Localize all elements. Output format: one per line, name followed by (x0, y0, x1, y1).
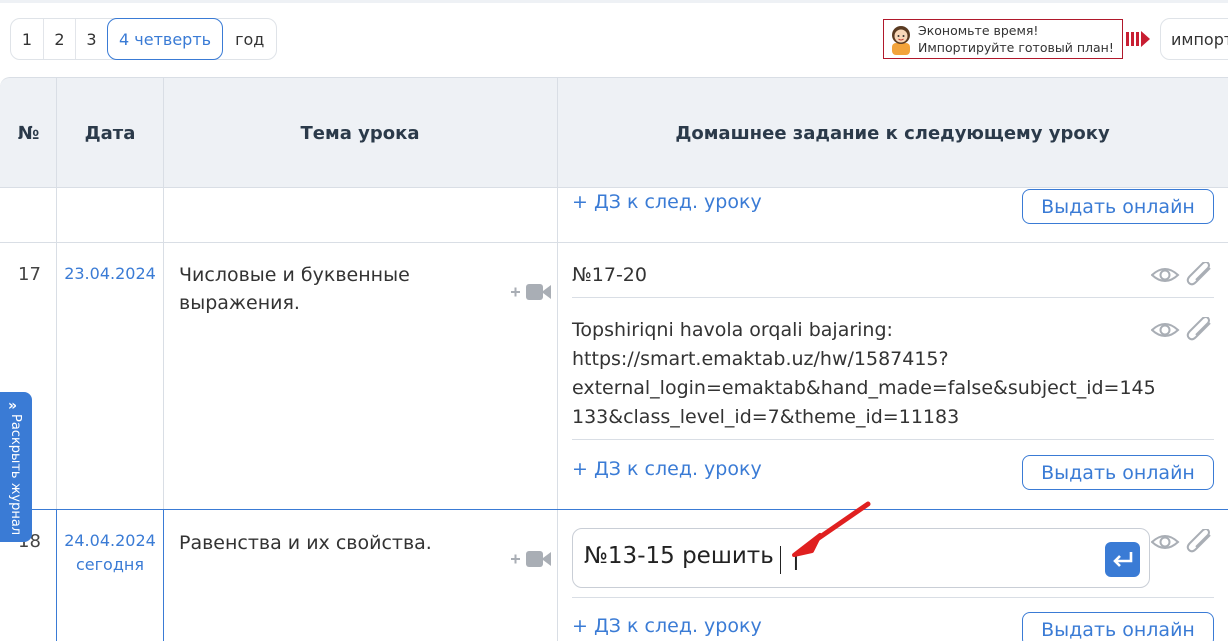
row-divider (0, 242, 1228, 243)
tab-quarter-2[interactable]: 2 (43, 19, 75, 59)
red-arrows-icon (1126, 29, 1152, 49)
column-divider (557, 78, 558, 641)
top-divider (0, 0, 1228, 3)
import-promo-banner[interactable]: Экономьте время! Импортируйте готовый пл… (883, 19, 1123, 59)
issue-online-button[interactable]: Выдать онлайн (1022, 189, 1214, 224)
lesson-date: 24.04.2024 (64, 531, 156, 550)
teacher-avatar-icon (890, 23, 912, 55)
homework-line: external_login=emaktab&hand_made=false&s… (572, 377, 1156, 399)
active-row-border (163, 510, 164, 641)
header-num: № (17, 122, 40, 144)
tab-quarter-3[interactable]: 3 (75, 19, 107, 59)
eye-icon (1150, 528, 1211, 553)
promo-line-1: Экономьте время! (918, 23, 1039, 38)
add-homework-link[interactable]: + ДЗ к след. уроку (572, 615, 762, 637)
header-homework: Домашнее задание к следующему уроку (675, 122, 1110, 144)
tab-year[interactable]: год (223, 19, 276, 59)
expand-journal-label: Раскрыть журнал (8, 414, 23, 536)
promo-text: Экономьте время! Импортируйте готовый пл… (918, 22, 1114, 56)
header-date: Дата (84, 122, 136, 144)
lesson-topic-line: выражения. (179, 292, 300, 314)
lesson-topic: Числовые и буквенные выражения. (179, 261, 499, 317)
lesson-topic: Равенства и их свойства. (179, 532, 432, 554)
homework-line: https://smart.emaktab.uz/hw/1587415? (572, 348, 949, 370)
homework-divider (572, 439, 1214, 440)
row-divider-active (0, 509, 1228, 510)
issue-online-button[interactable]: Выдать онлайн (1022, 612, 1214, 641)
homework-divider (572, 297, 1214, 298)
lesson-date-link[interactable]: 23.04.2024 (57, 262, 163, 286)
add-video-icon[interactable] (507, 282, 551, 302)
eye-icon (1150, 316, 1211, 341)
lesson-topic-line: Числовые и буквенные (179, 264, 410, 286)
tab-quarter-4[interactable]: 4 четверть (107, 18, 224, 60)
homework-text: Topshiriqni havola orqali bajaring: http… (572, 316, 1156, 432)
add-video-icon[interactable] (507, 549, 551, 569)
active-row-border (56, 510, 57, 641)
table-header: № Дата Тема урока Домашнее задание к сле… (0, 77, 1228, 188)
homework-input-value[interactable]: №13-15 решить (584, 543, 774, 569)
period-tabs: 1 2 3 4 четверть год (10, 18, 278, 60)
expand-journal-tab[interactable]: » Раскрыть журнал (0, 392, 32, 542)
homework-text: №17-20 (572, 264, 647, 286)
homework-actions (1150, 316, 1215, 343)
homework-line: Topshiriqni havola orqali bajaring: (572, 319, 893, 341)
header-topic: Тема урока (300, 122, 420, 144)
submit-enter-button[interactable] (1105, 542, 1140, 577)
import-button[interactable]: импорт (1160, 18, 1228, 60)
lesson-date-link[interactable]: 24.04.2024 сегодня (57, 529, 163, 577)
homework-actions (1150, 261, 1215, 288)
add-homework-link[interactable]: + ДЗ к след. уроку (572, 458, 762, 480)
homework-line: 133&class_level_id=7&theme_id=11183 (572, 406, 960, 428)
add-homework-link[interactable]: + ДЗ к след. уроку (572, 191, 762, 213)
annotation-arrow-icon (780, 498, 875, 568)
chevron-double-right-icon: » (8, 398, 18, 414)
tab-quarter-1[interactable]: 1 (11, 19, 43, 59)
eye-icon (1150, 261, 1211, 286)
homework-actions (1150, 528, 1215, 555)
row-number: 17 (18, 264, 41, 285)
enter-icon (1112, 551, 1132, 567)
today-label: сегодня (76, 555, 144, 574)
issue-online-button[interactable]: Выдать онлайн (1022, 455, 1214, 490)
promo-line-2: Импортируйте готовый план! (918, 40, 1114, 55)
homework-divider (572, 597, 1214, 598)
